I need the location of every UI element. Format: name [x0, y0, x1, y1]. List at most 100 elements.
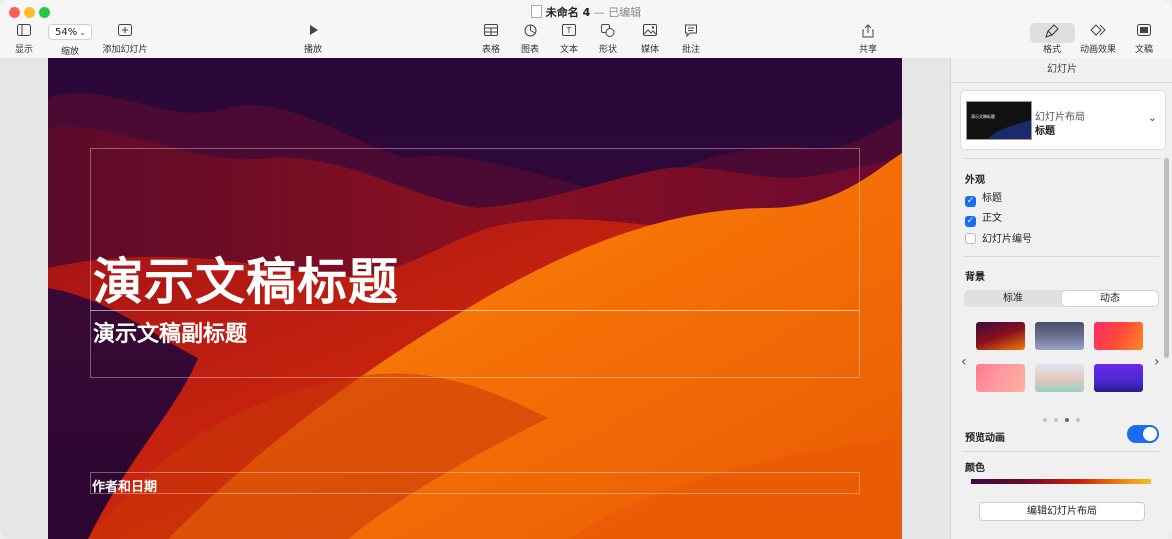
- bg-tab-standard[interactable]: 标准: [965, 291, 1061, 306]
- layout-label: 幻灯片布局: [1035, 112, 1085, 123]
- preview-animation-label: 预览动画: [965, 433, 1005, 444]
- appearance-body-label: 正文: [982, 213, 1002, 224]
- layout-value: 标题: [1035, 126, 1055, 137]
- text-button[interactable]: T 文本: [558, 24, 580, 55]
- document-icon: [530, 5, 542, 18]
- chart-button[interactable]: 图表: [519, 24, 541, 55]
- checkbox-checked-icon: [965, 196, 976, 207]
- paintbrush-icon: [1045, 24, 1059, 38]
- bg-thumb-mountain[interactable]: [1035, 322, 1084, 350]
- appearance-title-label: 标题: [982, 193, 1002, 204]
- bg-tab-dynamic[interactable]: 动态: [1062, 291, 1158, 306]
- share-icon: [862, 24, 874, 38]
- chevron-right-icon[interactable]: ›: [1154, 354, 1160, 370]
- document-inspector-icon: [1137, 24, 1151, 36]
- divider: [963, 451, 1159, 452]
- zoom-value: 54%: [55, 27, 78, 38]
- table-button[interactable]: 表格: [480, 24, 502, 55]
- animate-button[interactable]: 动画效果: [1076, 24, 1120, 55]
- background-segmented-control: 标准 动态: [964, 290, 1159, 307]
- text-box-icon: T: [562, 24, 576, 36]
- chart-label: 图表: [520, 45, 539, 55]
- document-title: 未命名 4 — 已编辑: [0, 4, 1172, 20]
- table-label: 表格: [481, 45, 500, 55]
- zoom-label: 缩放: [60, 47, 79, 57]
- color-gradient-bar[interactable]: [971, 479, 1151, 484]
- view-button[interactable]: 显示: [12, 24, 36, 55]
- page-dot[interactable]: [1054, 418, 1058, 422]
- chevron-down-icon: ⌄: [1147, 111, 1157, 124]
- share-button[interactable]: 共享: [857, 24, 879, 55]
- appearance-slide-number-checkbox[interactable]: 幻灯片编号: [965, 233, 1032, 247]
- layout-thumbnail: 演示文稿标题: [966, 101, 1032, 140]
- author-placeholder[interactable]: [90, 472, 860, 494]
- slide-author[interactable]: 作者和日期: [92, 476, 157, 495]
- animate-icon: [1090, 24, 1106, 36]
- bg-thumb-violet[interactable]: [1094, 364, 1143, 392]
- appearance-title-checkbox[interactable]: 标题: [965, 192, 1002, 207]
- shape-button[interactable]: 形状: [597, 24, 619, 55]
- appearance-body-checkbox[interactable]: 正文: [965, 212, 1002, 227]
- format-sidebar: 幻灯片 演示文稿标题 幻灯片布局 标题 ⌄ 外观 标题 正文 幻灯片编号 背景: [950, 58, 1172, 539]
- play-icon: [310, 25, 318, 35]
- add-slide-icon: [118, 24, 132, 36]
- view-label: 显示: [14, 45, 33, 55]
- layout-thumb-title: 演示文稿标题: [971, 114, 995, 119]
- slide-layout-select[interactable]: 演示文稿标题 幻灯片布局 标题 ⌄: [960, 90, 1166, 150]
- app-window: 未命名 4 — 已编辑 显示 54% ⌄ 缩放 添加幻灯片 播放 表格 图表 T…: [0, 0, 1172, 539]
- edit-status: 已编辑: [608, 6, 642, 19]
- appearance-slide-number-label: 幻灯片编号: [982, 234, 1032, 245]
- checkbox-unchecked-icon: [965, 233, 976, 244]
- background-title: 背景: [965, 272, 985, 283]
- divider: [963, 158, 1159, 159]
- appearance-title: 外观: [965, 175, 985, 186]
- media-button[interactable]: 媒体: [639, 24, 661, 55]
- divider: [963, 256, 1159, 257]
- page-dot[interactable]: [1076, 418, 1080, 422]
- preview-animation-toggle[interactable]: [1127, 425, 1159, 443]
- slide-canvas[interactable]: 演示文稿标题 演示文稿副标题 作者和日期: [0, 58, 950, 539]
- document-button[interactable]: 文稿: [1132, 24, 1156, 55]
- toolbar: 未命名 4 — 已编辑 显示 54% ⌄ 缩放 添加幻灯片 播放 表格 图表 T…: [0, 0, 1172, 59]
- slide-subtitle[interactable]: 演示文稿副标题: [93, 316, 247, 348]
- slide-title[interactable]: 演示文稿标题: [93, 242, 399, 314]
- sidebar-scrollbar[interactable]: [1164, 158, 1169, 358]
- svg-text:T: T: [566, 26, 572, 35]
- chart-icon: [524, 24, 536, 37]
- photo-icon: [643, 24, 657, 36]
- chevron-left-icon[interactable]: ‹: [961, 354, 967, 370]
- play-button[interactable]: 播放: [300, 24, 326, 55]
- edit-slide-layout-button[interactable]: 编辑幻灯片布局: [979, 502, 1145, 521]
- page-dots: [1043, 407, 1087, 426]
- slide[interactable]: 演示文稿标题 演示文稿副标题 作者和日期: [48, 58, 902, 539]
- sidebar-header: 幻灯片: [951, 58, 1172, 83]
- add-slide-label: 添加幻灯片: [102, 45, 148, 55]
- bg-thumb-pink[interactable]: [1094, 322, 1143, 350]
- bg-thumb-pastel[interactable]: [1035, 364, 1084, 392]
- document-name: 未命名 4: [545, 6, 591, 19]
- add-slide-button[interactable]: 添加幻灯片: [100, 24, 150, 55]
- table-icon: [484, 24, 498, 36]
- title-separator: —: [593, 6, 605, 19]
- bg-thumb-coral[interactable]: [976, 364, 1025, 392]
- animate-label: 动画效果: [1079, 45, 1116, 55]
- bg-thumb-dune[interactable]: [976, 322, 1025, 350]
- media-label: 媒体: [640, 45, 659, 55]
- format-button[interactable]: 格式: [1040, 24, 1064, 55]
- page-dot[interactable]: [1043, 418, 1047, 422]
- play-label: 播放: [303, 45, 322, 55]
- format-label: 格式: [1042, 45, 1061, 55]
- color-title: 颜色: [965, 463, 985, 474]
- chevron-down-icon: ⌄: [79, 28, 86, 37]
- sidebar-icon: [17, 24, 31, 36]
- layout-thumb-art: [987, 120, 1031, 139]
- checkbox-checked-icon: [965, 216, 976, 227]
- shape-label: 形状: [598, 45, 617, 55]
- share-label: 共享: [858, 45, 877, 55]
- page-dot-active[interactable]: [1065, 418, 1069, 422]
- comment-icon: [685, 24, 697, 37]
- document-label: 文稿: [1134, 45, 1153, 55]
- zoom-select[interactable]: 54% ⌄: [48, 24, 92, 40]
- comment-button[interactable]: 批注: [680, 24, 702, 55]
- comment-label: 批注: [681, 45, 700, 55]
